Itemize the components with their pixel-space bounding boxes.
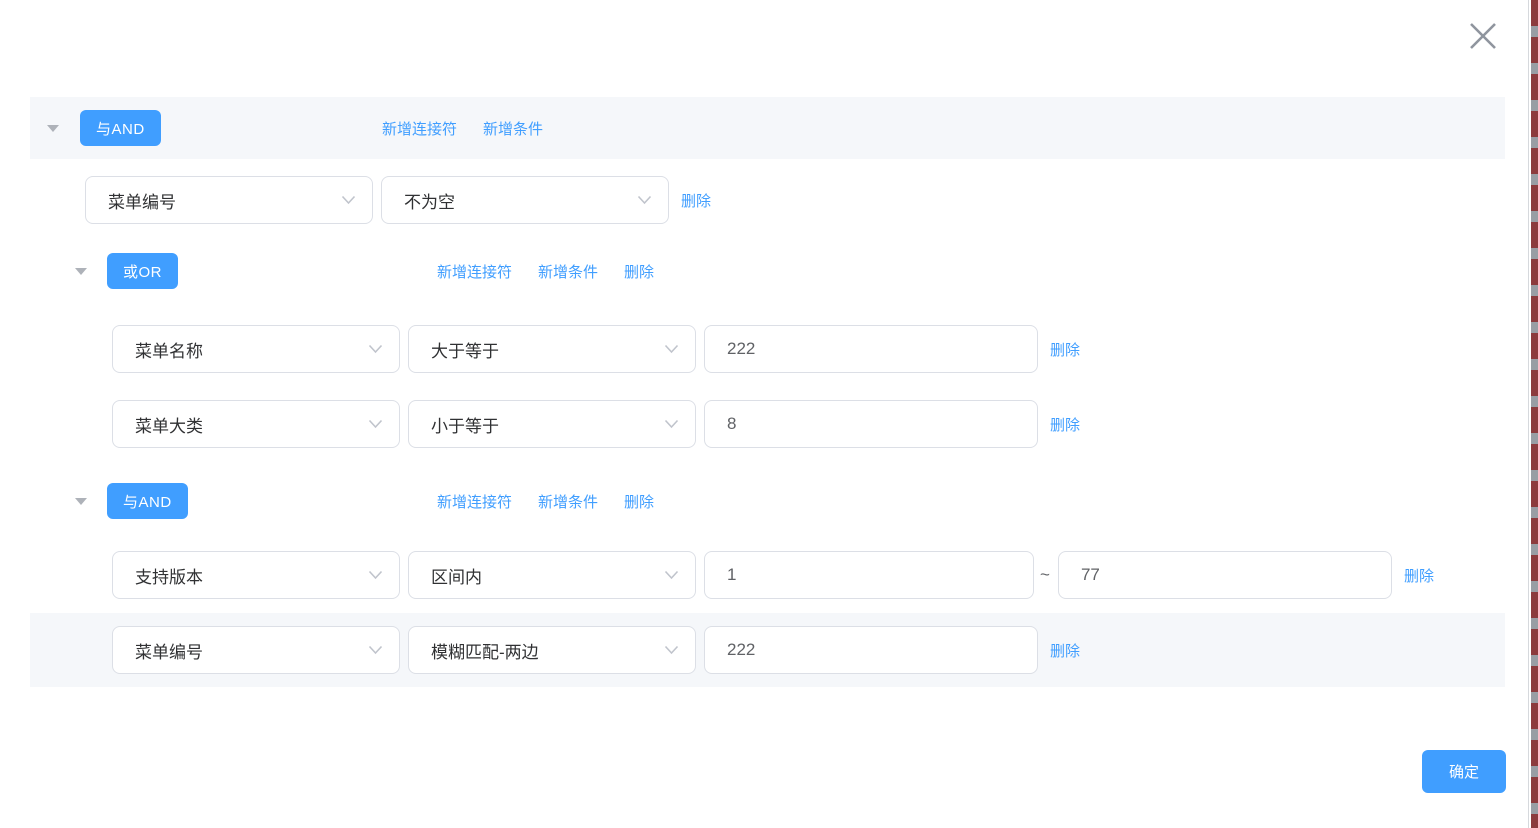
close-button[interactable]	[1466, 19, 1500, 53]
condition-row-range: 支持版本 区间内 ~ 删除	[30, 551, 1505, 599]
range-separator: ~	[1040, 565, 1050, 585]
caret-down-icon[interactable]	[75, 498, 87, 505]
connector-button-or[interactable]: 或OR	[107, 253, 178, 289]
range-to-input[interactable]	[1058, 551, 1392, 599]
chevron-down-icon	[664, 645, 679, 655]
field-select[interactable]: 菜单大类	[112, 400, 400, 448]
chevron-down-icon	[368, 419, 383, 429]
delete-condition-link[interactable]: 删除	[1404, 565, 1434, 586]
window-edge-line	[1528, 0, 1529, 828]
operator-select-value: 大于等于	[431, 337, 664, 362]
range-from-input[interactable]	[704, 551, 1034, 599]
operator-select[interactable]: 大于等于	[408, 325, 696, 373]
delete-group-link[interactable]: 删除	[624, 261, 654, 282]
chevron-down-icon	[341, 195, 356, 205]
condition-builder-dialog: 与AND 新增连接符 新增条件 菜单编号 不为空 删除	[0, 0, 1538, 828]
connector-button-and[interactable]: 与AND	[80, 110, 161, 146]
chevron-down-icon	[368, 645, 383, 655]
chevron-down-icon	[368, 344, 383, 354]
add-connector-link[interactable]: 新增连接符	[382, 118, 457, 139]
chevron-down-icon	[664, 344, 679, 354]
condition-row: 菜单编号 不为空 删除	[30, 176, 1505, 224]
operator-select[interactable]: 模糊匹配-两边	[408, 626, 696, 674]
field-select-value: 菜单大类	[135, 412, 368, 437]
chevron-down-icon	[664, 419, 679, 429]
field-select[interactable]: 支持版本	[112, 551, 400, 599]
condition-row: 菜单编号 模糊匹配-两边 删除	[30, 613, 1505, 687]
delete-condition-link[interactable]: 删除	[1050, 414, 1080, 435]
field-select[interactable]: 菜单编号	[112, 626, 400, 674]
operator-select[interactable]: 区间内	[408, 551, 696, 599]
add-connector-link[interactable]: 新增连接符	[437, 261, 512, 282]
delete-condition-link[interactable]: 删除	[681, 190, 711, 211]
caret-down-icon[interactable]	[75, 268, 87, 275]
group-row-root-and: 与AND 新增连接符 新增条件	[30, 97, 1505, 159]
delete-condition-link[interactable]: 删除	[1050, 339, 1080, 360]
group-row-and: 与AND 新增连接符 新增条件 删除	[30, 470, 1505, 532]
field-select[interactable]: 菜单名称	[112, 325, 400, 373]
add-condition-link[interactable]: 新增条件	[483, 118, 543, 139]
connector-button-and[interactable]: 与AND	[107, 483, 188, 519]
operator-select-value: 小于等于	[431, 412, 664, 437]
operator-select-value: 不为空	[404, 188, 637, 213]
field-select-value: 菜单编号	[135, 638, 368, 663]
add-condition-link[interactable]: 新增条件	[538, 491, 598, 512]
group-row-or: 或OR 新增连接符 新增条件 删除	[30, 240, 1505, 302]
close-icon	[1466, 19, 1500, 53]
operator-select[interactable]: 小于等于	[408, 400, 696, 448]
field-select[interactable]: 菜单编号	[85, 176, 373, 224]
caret-down-icon[interactable]	[47, 125, 59, 132]
chevron-down-icon	[368, 570, 383, 580]
dialog-footer: 确定	[0, 750, 1506, 793]
condition-row: 菜单名称 大于等于 删除	[30, 325, 1505, 373]
operator-select-value: 模糊匹配-两边	[431, 638, 664, 663]
add-condition-link[interactable]: 新增条件	[538, 261, 598, 282]
value-input[interactable]	[704, 325, 1038, 373]
field-select-value: 菜单编号	[108, 188, 341, 213]
delete-group-link[interactable]: 删除	[624, 491, 654, 512]
delete-condition-link[interactable]: 删除	[1050, 640, 1080, 661]
operator-select[interactable]: 不为空	[381, 176, 669, 224]
field-select-value: 菜单名称	[135, 337, 368, 362]
add-connector-link[interactable]: 新增连接符	[437, 491, 512, 512]
condition-tree: 与AND 新增连接符 新增条件 菜单编号 不为空 删除	[0, 0, 1538, 793]
condition-row: 菜单大类 小于等于 删除	[30, 400, 1505, 448]
value-input[interactable]	[704, 626, 1038, 674]
confirm-button[interactable]: 确定	[1422, 750, 1506, 793]
chevron-down-icon	[637, 195, 652, 205]
chevron-down-icon	[664, 570, 679, 580]
operator-select-value: 区间内	[431, 563, 664, 588]
screenshot-edge-artifact	[1531, 0, 1538, 828]
field-select-value: 支持版本	[135, 563, 368, 588]
value-input[interactable]	[704, 400, 1038, 448]
